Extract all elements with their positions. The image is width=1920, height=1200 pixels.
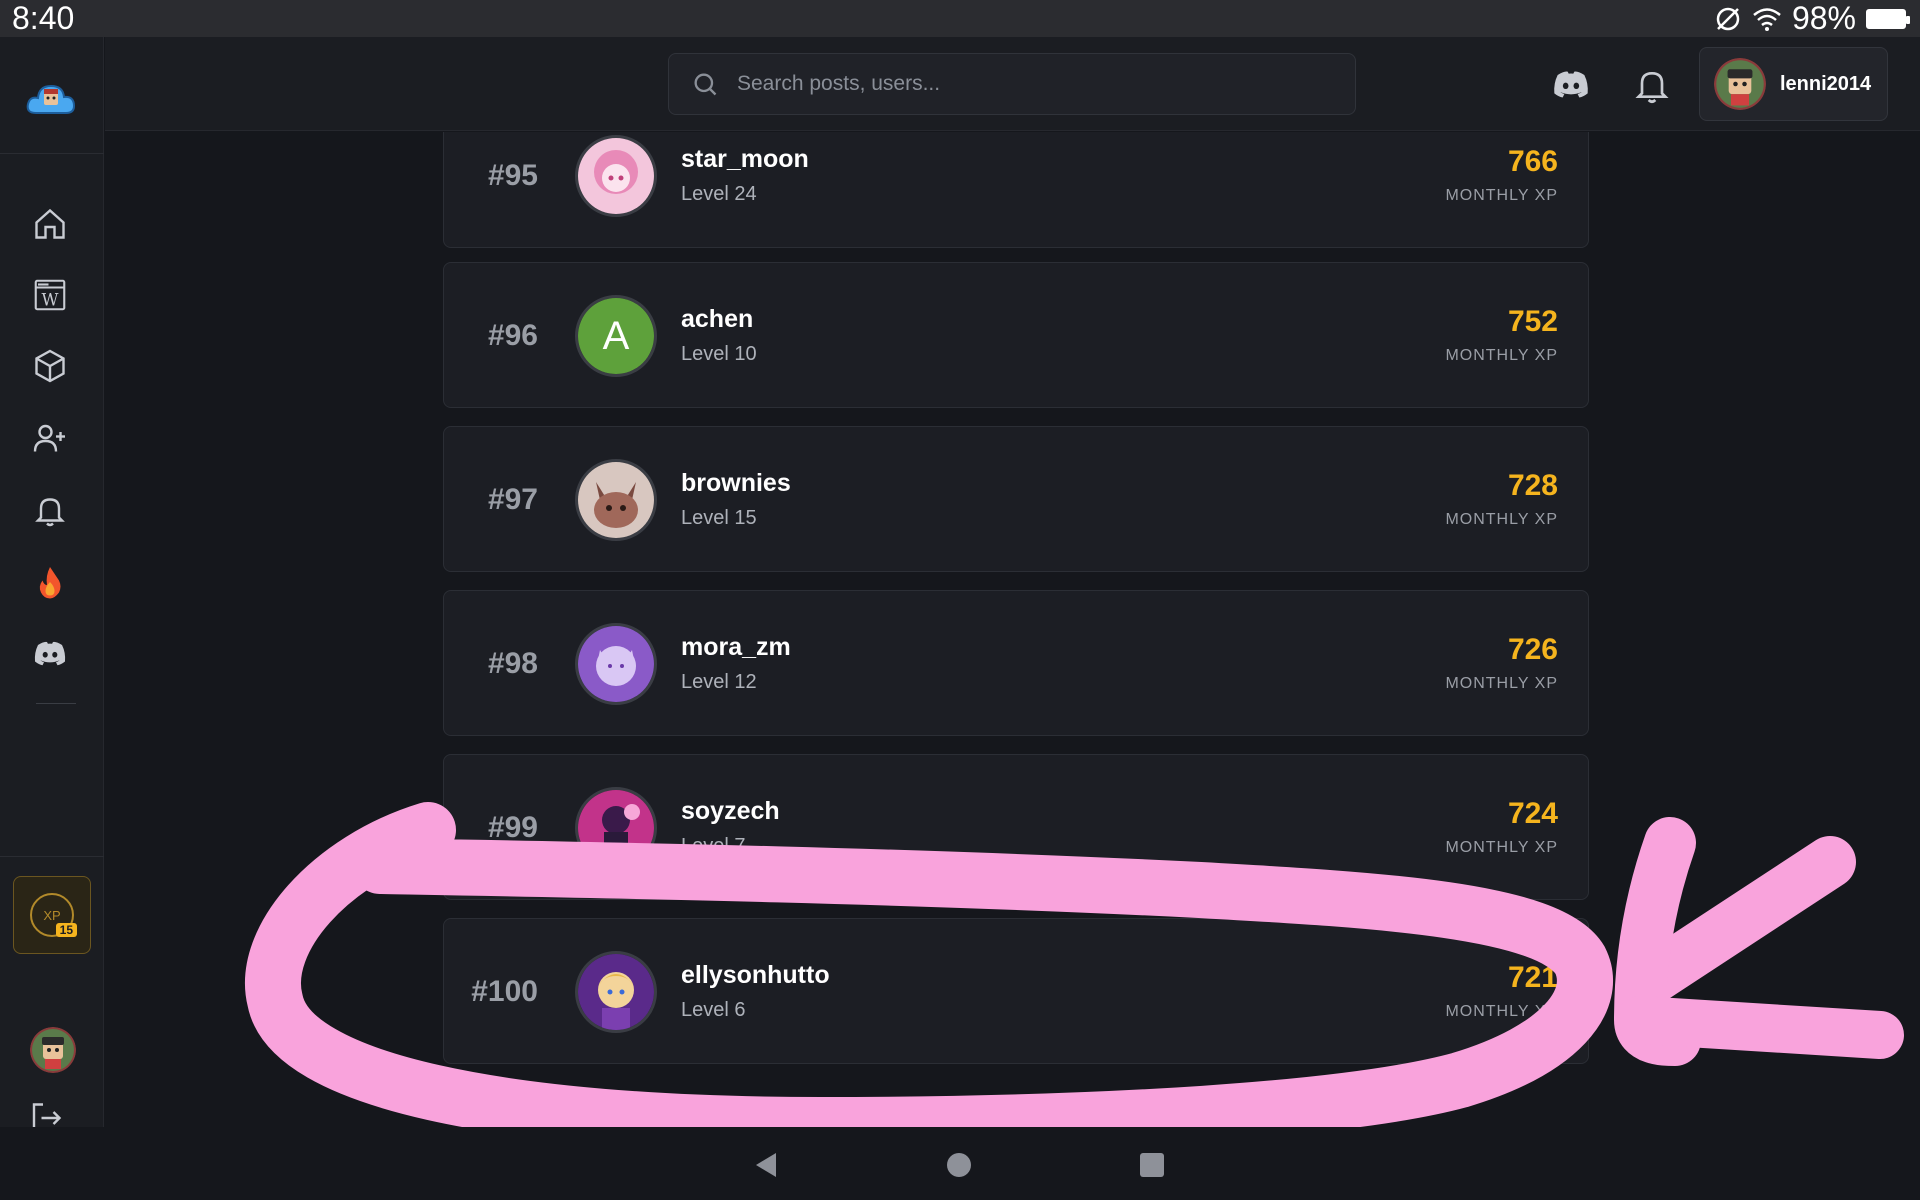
- monthly-xp-label: MONTHLY XP: [1445, 511, 1558, 528]
- status-icons: 98%: [1714, 0, 1910, 37]
- app-logo-icon[interactable]: [26, 77, 76, 119]
- level: Level 12: [681, 671, 757, 693]
- fire-icon[interactable]: [27, 559, 73, 605]
- avatar: [575, 951, 657, 1033]
- rank: #100: [471, 975, 538, 1008]
- monthly-xp-label: MONTHLY XP: [1445, 675, 1558, 692]
- monthly-xp-label: MONTHLY XP: [1445, 839, 1558, 856]
- username: achen: [681, 305, 754, 333]
- leaderboard-row[interactable]: #97 brownies Level 15 728 MONTHLY XP: [443, 426, 1589, 572]
- do-not-disturb-icon: [1716, 7, 1740, 30]
- level: Level 15: [681, 507, 757, 529]
- rank: #98: [487, 647, 538, 680]
- username: star_moon: [681, 145, 809, 173]
- xp-level-badge[interactable]: XP 15: [13, 876, 91, 954]
- wiki-icon[interactable]: W: [27, 272, 73, 318]
- search-input[interactable]: Search posts, users...: [668, 53, 1356, 115]
- leaderboard-row[interactable]: #96 A achen Level 10 752 MONTHLY XP: [443, 262, 1589, 408]
- bell-icon[interactable]: [1632, 65, 1672, 105]
- add-user-icon[interactable]: [27, 415, 73, 461]
- rank: #99: [487, 811, 538, 844]
- rank: #95: [487, 159, 538, 192]
- discord-icon[interactable]: [1551, 65, 1591, 105]
- status-bar: 8:40 98%: [0, 0, 1920, 37]
- leaderboard-row[interactable]: #100 ellysonhutto Level 6 721 MONTHLY XP: [443, 918, 1589, 1064]
- home-icon[interactable]: [27, 201, 73, 247]
- leaderboard-row[interactable]: #95 star_moon Level 24 766 MONTHLY XP: [443, 132, 1589, 248]
- monthly-xp-label: MONTHLY XP: [1445, 347, 1558, 364]
- cube-icon[interactable]: [27, 343, 73, 389]
- leaderboard-list: #95 star_moon Level 24 766 MONTHLY XP #9…: [105, 132, 1920, 1127]
- level: Level 10: [681, 343, 757, 365]
- svg-text:W: W: [42, 291, 59, 310]
- top-bar: Search posts, users... lenni2014: [105, 37, 1920, 131]
- monthly-xp-value: 766: [1507, 145, 1558, 178]
- leaderboard-row[interactable]: #99 soyzech Level 7 724 MONTHLY XP: [443, 754, 1589, 900]
- battery-icon: [1866, 8, 1910, 29]
- divider: [0, 153, 104, 154]
- xp-level: 15: [55, 923, 77, 937]
- monthly-xp-label: MONTHLY XP: [1445, 1003, 1558, 1020]
- monthly-xp-value: 726: [1507, 633, 1558, 666]
- avatar: A: [575, 295, 657, 377]
- sidebar: W XP 15: [0, 37, 104, 1133]
- rank: #97: [487, 483, 538, 516]
- recents-button[interactable]: [1140, 1153, 1164, 1177]
- level: Level 7: [681, 835, 746, 857]
- sidebar-profile-avatar[interactable]: [30, 1027, 76, 1073]
- avatar: [575, 787, 657, 869]
- battery-percent: 98%: [1791, 0, 1856, 36]
- wifi-icon: [1753, 7, 1781, 31]
- monthly-xp-value: 728: [1507, 469, 1558, 502]
- search-icon: [694, 73, 717, 96]
- clock: 8:40: [12, 0, 75, 36]
- avatar: [575, 459, 657, 541]
- notifications-icon[interactable]: [27, 487, 73, 533]
- rank: #96: [487, 319, 538, 352]
- avatar: [575, 135, 657, 217]
- xp-label: XP: [43, 907, 61, 923]
- search-placeholder: Search posts, users...: [737, 72, 941, 95]
- back-button[interactable]: [756, 1153, 776, 1177]
- level: Level 6: [681, 999, 746, 1021]
- leaderboard-row[interactable]: #98 mora_zm Level 12 726 MONTHLY XP: [443, 590, 1589, 736]
- divider: [0, 856, 104, 857]
- avatar: [575, 623, 657, 705]
- monthly-xp-value: 721: [1507, 961, 1558, 994]
- monthly-xp-value: 724: [1507, 797, 1558, 830]
- system-nav-bar: [0, 1127, 1920, 1200]
- avatar: [1714, 58, 1766, 110]
- discord-icon[interactable]: [27, 631, 73, 677]
- username: ellysonhutto: [681, 961, 830, 989]
- username: brownies: [681, 469, 791, 497]
- username: lenni2014: [1780, 72, 1872, 95]
- monthly-xp-value: 752: [1507, 305, 1558, 338]
- user-menu-button[interactable]: lenni2014: [1699, 47, 1888, 121]
- divider: [36, 703, 76, 704]
- level: Level 24: [681, 183, 757, 205]
- home-button[interactable]: [947, 1153, 971, 1177]
- avatar-letter: A: [603, 314, 630, 358]
- username: soyzech: [681, 797, 780, 825]
- monthly-xp-label: MONTHLY XP: [1445, 187, 1558, 204]
- username: mora_zm: [681, 633, 791, 661]
